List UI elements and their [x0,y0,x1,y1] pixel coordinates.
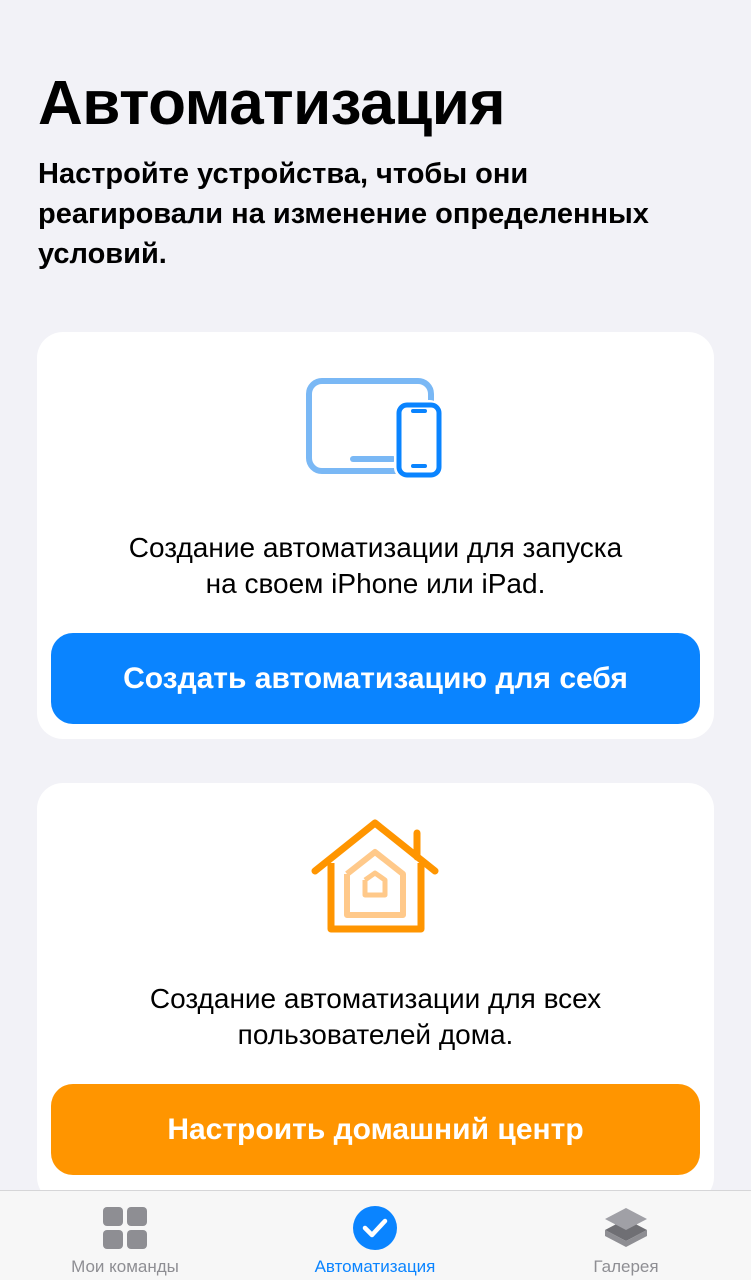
setup-home-hub-button[interactable]: Настроить домашний центр [51,1084,700,1175]
home-icon [311,819,438,933]
grid-icon [103,1207,147,1249]
tab-label: Галерея [593,1257,659,1276]
home-automation-description: Создание автоматизации для всех пользова… [149,983,602,1050]
tab-my-shortcuts[interactable]: Мои команды [0,1191,250,1280]
page-title: Автоматизация [38,69,506,138]
devices-icon [305,378,441,478]
automation-screen: Автоматизация Настройте устройства, чтоб… [0,0,751,1280]
layers-icon [605,1208,647,1247]
tab-label: Мои команды [71,1257,179,1276]
tab-automation[interactable]: Автоматизация [250,1191,500,1280]
personal-automation-card: Создание автоматизации для запуска на св… [37,332,714,739]
tab-gallery[interactable]: Галерея [501,1191,751,1280]
tab-label: Автоматизация [314,1257,436,1276]
create-personal-automation-button[interactable]: Создать автоматизацию для себя [51,633,700,724]
tab-bar: Мои команды Автоматизация Галерея [0,1190,751,1280]
home-automation-card: Создание автоматизации для всех пользова… [37,783,714,1203]
personal-automation-description: Создание автоматизации для запуска на св… [128,532,623,599]
page-subtitle: Настройте устройства, чтобы они реагиров… [38,158,649,270]
checkmark-circle-icon [353,1206,397,1250]
